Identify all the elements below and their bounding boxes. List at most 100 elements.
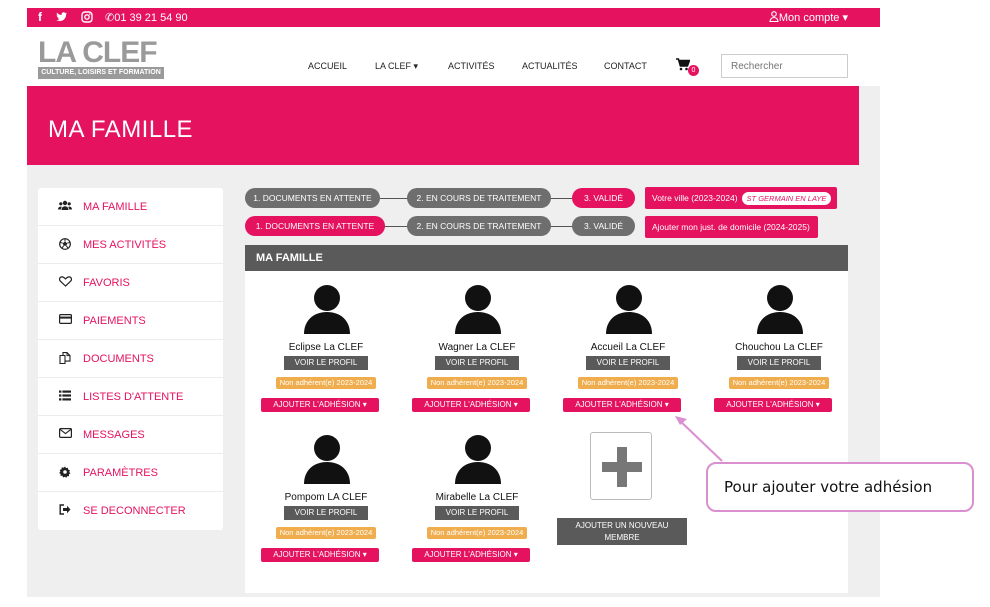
member-name: Eclipse La CLEF [288,342,364,353]
avatar-icon [455,285,501,334]
user-icon [769,11,779,23]
add-member-tile[interactable] [590,432,652,500]
page-title: MA FAMILLE [48,116,194,143]
logo-text: LA CLEF [38,36,158,69]
sidebar-item-se-deconnecter[interactable]: SE DECONNECTER [38,492,223,530]
sidebar-item-label: SE DECONNECTER [83,505,186,517]
add-proof-of-address-button[interactable]: Ajouter mon just. de domicile (2024-2025… [645,216,818,238]
sidebar-item-label: MA FAMILLE [83,201,148,213]
membership-status-badge: Non adhérent(e) 2023-2024 [276,377,376,389]
view-profile-button[interactable]: VOIR LE PROFIL [284,506,368,520]
add-new-member-button[interactable]: AJOUTER UN NOUVEAU MEMBRE [557,518,687,545]
nav-accueil[interactable]: ACCUEIL [308,61,347,71]
step-valide: 3. VALIDÉ [572,188,635,208]
membership-status-badge: Non adhérent(e) 2023-2024 [276,527,376,539]
list-icon [58,390,72,404]
sidebar-item-listes-attente[interactable]: LISTES D'ATTENTE [38,378,223,416]
membership-status-badge: Non adhérent(e) 2023-2024 [578,377,678,389]
sidebar-item-label: PARAMÈTRES [83,467,158,479]
member-name: Wagner La CLEF [438,342,516,353]
member-name: Chouchou La CLEF [735,342,823,353]
membership-status-badge: Non adhérent(e) 2023-2024 [427,377,527,389]
soccer-ball-icon [58,238,72,253]
member-name: Mirabelle La CLEF [435,492,519,503]
documents-icon [58,352,72,367]
nav-contact[interactable]: CONTACT [604,61,647,71]
sidebar-item-label: MESSAGES [83,429,145,441]
twitter-icon[interactable] [56,12,68,23]
sidebar-item-label: PAIEMENTS [83,315,146,327]
view-profile-button[interactable]: VOIR LE PROFIL [435,506,519,520]
avatar-icon [304,435,350,484]
view-profile-button[interactable]: VOIR LE PROFIL [737,356,821,370]
view-profile-button[interactable]: VOIR LE PROFIL [435,356,519,370]
sidebar-item-label: MES ACTIVITÉS [83,239,167,251]
phone-number[interactable]: ✆01 39 21 54 90 [105,11,188,24]
add-membership-button[interactable]: AJOUTER L'ADHÉSION ▾ [412,548,530,562]
nav-actualites[interactable]: ACTUALITÉS [522,61,578,71]
search-input[interactable] [721,54,848,78]
membership-status-badge: Non adhérent(e) 2023-2024 [427,527,527,539]
credit-card-icon [58,314,72,327]
site-header: LA CLEF CULTURE, LOISIRS ET FORMATION AC… [27,27,880,86]
step-documents-en-attente: 1. DOCUMENTS EN ATTENTE [245,216,385,236]
plus-icon [602,447,642,487]
logo-tagline: CULTURE, LOISIRS ET FORMATION [38,67,164,79]
sidebar-item-favoris[interactable]: FAVORIS [38,264,223,302]
top-bar: f ✆01 39 21 54 90 Mon compte ▾ [27,8,880,27]
step-en-cours-de-traitement: 2. EN COURS DE TRAITEMENT [407,188,551,208]
avatar-icon [606,285,652,334]
nav-la-clef[interactable]: LA CLEF ▾ [375,61,418,72]
view-profile-button[interactable]: VOIR LE PROFIL [284,356,368,370]
sign-out-icon [58,504,72,518]
facebook-icon[interactable]: f [38,10,42,24]
add-membership-button[interactable]: AJOUTER L'ADHÉSION ▾ [714,398,832,412]
sidebar-item-parametres[interactable]: PARAMÈTRES [38,454,223,492]
member-card: Eclipse La CLEF VOIR LE PROFIL Non adhér… [261,282,391,412]
sidebar-item-label: FAVORIS [83,277,130,289]
cart-button[interactable]: 0 [676,58,699,76]
gear-icon [58,466,72,481]
add-membership-button[interactable]: AJOUTER L'ADHÉSION ▾ [412,398,530,412]
account-sidebar: MA FAMILLE MES ACTIVITÉS FAVORIS PAIEMEN… [38,188,223,530]
step-en-cours-de-traitement: 2. EN COURS DE TRAITEMENT [407,216,551,236]
heart-icon [58,276,72,290]
membership-status-badge: Non adhérent(e) 2023-2024 [729,377,829,389]
cart-count-badge: 0 [688,65,699,76]
sidebar-item-ma-famille[interactable]: MA FAMILLE [38,188,223,226]
view-profile-button[interactable]: VOIR LE PROFIL [586,356,670,370]
step-valide: 3. VALIDÉ [572,216,635,236]
sidebar-item-documents[interactable]: DOCUMENTS [38,340,223,378]
avatar-icon [304,285,350,334]
member-card: Wagner La CLEF VOIR LE PROFIL Non adhére… [412,282,542,412]
phone-icon: ✆ [105,12,115,24]
city-badge: ST GERMAIN EN LAYE [741,192,832,205]
callout-arrow [675,416,723,462]
account-menu[interactable]: Mon compte ▾ [769,11,848,24]
page-banner: MA FAMILLE [27,86,859,165]
sidebar-item-label: DOCUMENTS [83,353,154,365]
member-name: Accueil La CLEF [590,342,666,353]
add-membership-button[interactable]: AJOUTER L'ADHÉSION ▾ [261,398,379,412]
step-documents-en-attente: 1. DOCUMENTS EN ATTENTE [245,188,380,208]
nav-activites[interactable]: ACTIVITÉS [448,61,495,71]
sidebar-item-label: LISTES D'ATTENTE [83,391,184,403]
add-membership-button[interactable]: AJOUTER L'ADHÉSION ▾ [563,398,681,412]
member-card: Mirabelle La CLEF VOIR LE PROFIL Non adh… [412,432,542,562]
member-card: Accueil La CLEF VOIR LE PROFIL Non adhér… [563,282,693,412]
sidebar-item-paiements[interactable]: PAIEMENTS [38,302,223,340]
avatar-icon [455,435,501,484]
sidebar-item-messages[interactable]: MESSAGES [38,416,223,454]
city-status: Votre ville (2023-2024) ST GERMAIN EN LAY… [645,187,837,209]
site-logo[interactable]: LA CLEF CULTURE, LOISIRS ET FORMATION [38,36,164,79]
users-icon [58,200,72,214]
avatar-icon [757,285,803,334]
member-card: Chouchou La CLEF VOIR LE PROFIL Non adhé… [714,282,844,412]
instagram-icon[interactable] [81,11,93,23]
member-name: Pompom LA CLEF [284,492,368,503]
family-panel: MA FAMILLE Eclipse La CLEF VOIR LE PROFI… [245,245,848,593]
add-membership-button[interactable]: AJOUTER L'ADHÉSION ▾ [261,548,379,562]
annotation-callout: Pour ajouter votre adhésion [706,462,974,512]
sidebar-item-mes-activites[interactable]: MES ACTIVITÉS [38,226,223,264]
envelope-icon [58,428,72,441]
